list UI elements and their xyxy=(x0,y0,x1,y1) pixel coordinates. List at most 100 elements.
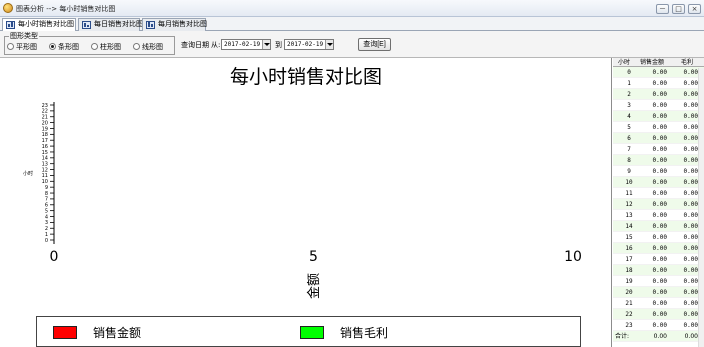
hour-cell: 5 xyxy=(627,124,631,131)
minimize-button[interactable]: － xyxy=(656,4,669,14)
table-row[interactable]: 2 0.00 0.00 xyxy=(613,89,704,100)
y-tick-label: 4 xyxy=(45,214,48,220)
table-row[interactable]: 6 0.00 0.00 xyxy=(613,133,704,144)
y-tick-label: 7 xyxy=(45,197,48,203)
query-button[interactable]: 查询[E] xyxy=(358,38,391,51)
dropdown-arrow-icon[interactable] xyxy=(262,40,270,49)
table-row[interactable]: 17 0.00 0.00 xyxy=(613,254,704,265)
profit-cell: 0.00 xyxy=(683,300,698,307)
title-bar: 图表分析 --> 每小时销售对比图 － □ × xyxy=(0,0,704,17)
sales-amount-cell: 0.00 xyxy=(652,157,667,164)
bar-chart-icon xyxy=(6,21,15,29)
sales-amount-cell: 0.00 xyxy=(652,190,667,197)
hour-cell: 合计: xyxy=(615,333,630,340)
table-row[interactable]: 10 0.00 0.00 xyxy=(613,177,704,188)
table-row[interactable]: 11 0.00 0.00 xyxy=(613,188,704,199)
sales-amount-cell: 0.00 xyxy=(652,80,667,87)
table-row[interactable]: 4 0.00 0.00 xyxy=(613,111,704,122)
y-tick-label: 5 xyxy=(45,208,48,214)
window-title: 图表分析 --> 每小时销售对比图 xyxy=(16,5,116,13)
profit-cell: 0.00 xyxy=(683,124,698,131)
y-tick-label: 8 xyxy=(45,191,48,197)
profit-cell: 0.00 xyxy=(683,289,698,296)
hour-cell: 11 xyxy=(625,190,633,197)
table-row[interactable]: 18 0.00 0.00 xyxy=(613,265,704,276)
x-tick-label: 0 xyxy=(50,249,59,265)
hour-cell: 2 xyxy=(627,91,631,98)
hour-cell: 14 xyxy=(625,223,633,230)
table-row[interactable]: 1 0.00 0.00 xyxy=(613,78,704,89)
table-row[interactable]: 14 0.00 0.00 xyxy=(613,221,704,232)
radio-icon xyxy=(133,43,140,50)
table-total-row[interactable]: 合计: 0.00 0.00 xyxy=(613,331,704,342)
sales-amount-cell: 0.00 xyxy=(652,289,667,296)
table-row[interactable]: 3 0.00 0.00 xyxy=(613,100,704,111)
table-row[interactable]: 9 0.00 0.00 xyxy=(613,166,704,177)
legend-label-sales: 销售金额 xyxy=(93,326,142,340)
table-row[interactable]: 0 0.00 0.00 xyxy=(613,67,704,78)
profit-cell: 0.00 xyxy=(683,223,698,230)
table-row[interactable]: 15 0.00 0.00 xyxy=(613,232,704,243)
x-axis-label: 金额 xyxy=(306,273,322,299)
hour-cell: 12 xyxy=(625,201,633,208)
hour-cell: 21 xyxy=(625,300,633,307)
hour-cell: 6 xyxy=(627,135,631,142)
sales-amount-cell: 0.00 xyxy=(652,102,667,109)
bar-chart-icon xyxy=(82,21,91,29)
table-row[interactable]: 13 0.00 0.00 xyxy=(613,210,704,221)
table-row[interactable]: 19 0.00 0.00 xyxy=(613,276,704,287)
table-row[interactable]: 7 0.00 0.00 xyxy=(613,144,704,155)
table-row[interactable]: 23 0.00 0.00 xyxy=(613,320,704,331)
y-axis-label: 小时 xyxy=(23,170,33,177)
hour-cell: 8 xyxy=(627,157,631,164)
radio-icon xyxy=(7,43,14,50)
sales-amount-cell: 0.00 xyxy=(652,267,667,274)
tab-daily-sales[interactable]: 每日销售对比图 xyxy=(78,18,143,31)
radio-bar-chart[interactable]: 条形图 xyxy=(49,43,79,51)
dropdown-arrow-icon[interactable] xyxy=(325,40,333,49)
sales-amount-cell: 0.00 xyxy=(652,113,667,120)
column-header-profit: 毛利 xyxy=(681,59,694,66)
radio-line-chart[interactable]: 线形图 xyxy=(133,43,163,51)
maximize-button[interactable]: □ xyxy=(672,4,685,14)
hour-cell: 16 xyxy=(625,245,633,252)
sales-amount-cell: 0.00 xyxy=(652,223,667,230)
y-tick-label: 17 xyxy=(42,138,48,144)
hour-cell: 7 xyxy=(627,146,631,153)
date-to-picker[interactable]: 2017-02-19 xyxy=(284,39,334,50)
table-scrollbar[interactable] xyxy=(698,68,704,347)
table-row[interactable]: 16 0.00 0.00 xyxy=(613,243,704,254)
table-row[interactable]: 12 0.00 0.00 xyxy=(613,199,704,210)
hourly-sales-chart: 每小时销售对比图01234567891011121314151617181920… xyxy=(23,66,582,299)
date-from-picker[interactable]: 2017-02-19 xyxy=(221,39,271,50)
y-tick-label: 10 xyxy=(42,179,48,185)
hour-cell: 17 xyxy=(625,256,633,263)
table-row[interactable]: 22 0.00 0.00 xyxy=(613,309,704,320)
profit-cell: 0.00 xyxy=(683,157,698,164)
table-row[interactable]: 21 0.00 0.00 xyxy=(613,298,704,309)
y-tick-label: 14 xyxy=(42,156,48,162)
radio-pie-chart[interactable]: 平形图 xyxy=(7,43,37,51)
profit-cell: 0.00 xyxy=(683,212,698,219)
tab-monthly-sales[interactable]: 每月销售对比图 xyxy=(142,18,207,31)
sales-amount-cell: 0.00 xyxy=(652,168,667,175)
hour-cell: 20 xyxy=(625,289,633,296)
profit-cell: 0.00 xyxy=(684,333,698,340)
profit-cell: 0.00 xyxy=(683,168,698,175)
table-row[interactable]: 8 0.00 0.00 xyxy=(613,155,704,166)
close-button[interactable]: × xyxy=(688,4,701,14)
table-row[interactable]: 5 0.00 0.00 xyxy=(613,122,704,133)
y-tick-label: 13 xyxy=(42,161,48,167)
sales-amount-cell: 0.00 xyxy=(652,245,667,252)
profit-cell: 0.00 xyxy=(683,190,698,197)
tab-hourly-sales-label: 每小时销售对比图 xyxy=(18,20,74,28)
profit-cell: 0.00 xyxy=(683,245,698,252)
tab-daily-sales-label: 每日销售对比图 xyxy=(94,20,143,28)
radio-column-chart[interactable]: 柱形图 xyxy=(91,43,121,51)
profit-cell: 0.00 xyxy=(683,69,698,76)
tab-hourly-sales[interactable]: 每小时销售对比图 xyxy=(2,18,76,32)
y-tick-label: 22 xyxy=(42,109,48,115)
table-row[interactable]: 20 0.00 0.00 xyxy=(613,287,704,298)
chart-type-group-label: 图形类型 xyxy=(9,32,39,40)
y-tick-label: 15 xyxy=(42,150,48,156)
